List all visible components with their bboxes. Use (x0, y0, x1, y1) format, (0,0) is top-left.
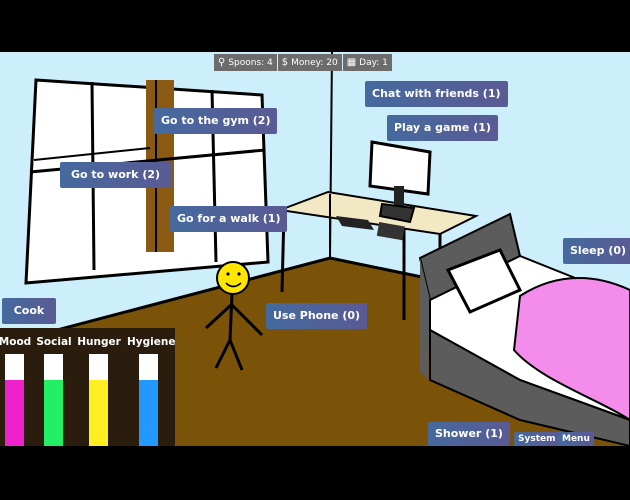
go-for-walk-button[interactable]: Go for a walk (1) (170, 206, 288, 232)
sleep-button[interactable]: Sleep (0) (563, 238, 630, 264)
hygiene-fill (139, 379, 158, 446)
hygiene-bar (139, 354, 158, 446)
hygiene-meter: Hygiene (127, 328, 176, 446)
money-counter: $ Money: 20 (277, 54, 342, 71)
hunger-label: Hunger (77, 336, 121, 348)
play-a-game-button[interactable]: Play a game (1) (387, 115, 498, 141)
mood-fill (5, 379, 24, 446)
social-label: Social (36, 336, 72, 348)
hunger-fill (89, 379, 108, 446)
hygiene-label: Hygiene (127, 336, 176, 348)
go-to-gym-button[interactable]: Go to the gym (2) (154, 108, 278, 134)
calendar-icon: ▦ (346, 57, 357, 68)
menu-button[interactable]: Menu (558, 432, 594, 446)
dollar-icon: $ (281, 57, 289, 68)
go-to-work-button[interactable]: Go to work (2) (60, 162, 171, 188)
hunger-bar (89, 354, 108, 446)
social-meter: Social (32, 328, 76, 446)
chat-with-friends-button[interactable]: Chat with friends (1) (365, 81, 508, 107)
system-button[interactable]: System (514, 432, 560, 446)
shower-button[interactable]: Shower (1) (428, 422, 510, 446)
hunger-meter: Hunger (77, 328, 121, 446)
day-counter: ▦ Day: 1 (342, 54, 392, 71)
use-phone-button[interactable]: Use Phone (0) (266, 303, 368, 329)
social-fill (44, 379, 63, 446)
social-bar (44, 354, 63, 446)
spoons-counter: ⚲ Spoons: 4 (214, 54, 277, 71)
spoon-icon: ⚲ (218, 57, 226, 68)
needs-panel: Mood Social Hunger Hygiene (0, 328, 175, 446)
status-hud: ⚲ Spoons: 4 $ Money: 20 ▦ Day: 1 (214, 54, 393, 71)
mood-bar (5, 354, 24, 446)
cook-button[interactable]: Cook (2, 298, 56, 324)
